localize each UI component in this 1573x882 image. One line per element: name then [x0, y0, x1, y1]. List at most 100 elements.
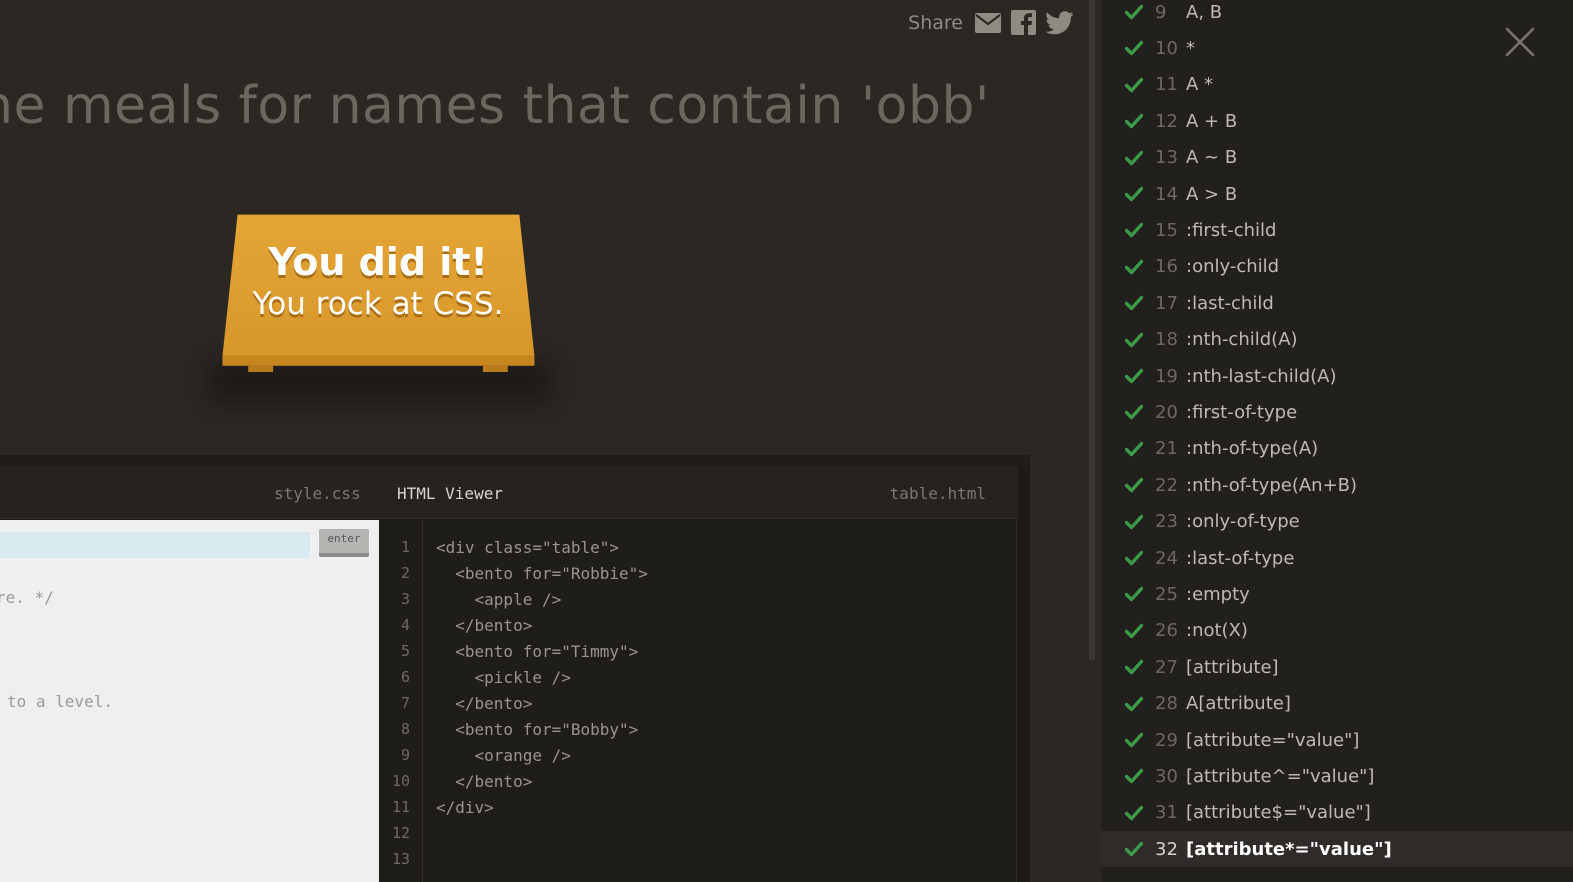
- level-name: *: [1186, 37, 1195, 59]
- html-code-line[interactable]: <orange />: [436, 746, 571, 765]
- level-name: A + B: [1186, 110, 1238, 132]
- check-icon: [1125, 4, 1143, 20]
- enter-button[interactable]: enter: [319, 529, 369, 557]
- level-item[interactable]: 15:first-child: [1101, 212, 1573, 248]
- level-item[interactable]: 32 [attribute*="value"]: [1101, 831, 1573, 868]
- level-item[interactable]: 30 [attribute^="value"]: [1101, 758, 1573, 794]
- mail-icon[interactable]: [975, 12, 1001, 33]
- level-name: A ~ B: [1186, 147, 1238, 169]
- level-instruction: he meals for names that contain 'obb': [0, 76, 990, 136]
- level-item[interactable]: 16 :only-child: [1101, 249, 1573, 285]
- level-item[interactable]: 31 [attribute$="value"]: [1101, 795, 1573, 831]
- level-name: :first-child: [1186, 219, 1277, 241]
- level-item[interactable]: 12 A + B: [1101, 103, 1573, 139]
- html-code-line[interactable]: </div>: [436, 798, 494, 817]
- level-item[interactable]: 9 A, B: [1101, 0, 1573, 30]
- line-number: 8: [400, 720, 410, 738]
- level-item[interactable]: 14 A > B: [1101, 176, 1573, 212]
- check-icon: [1125, 587, 1143, 602]
- level-name: :nth-of-type(An+B): [1186, 474, 1358, 496]
- level-number: 9: [1155, 1, 1167, 23]
- pane-divider-scrollbar[interactable]: [1089, 0, 1095, 660]
- level-name: [attribute*="value"]: [1186, 838, 1392, 860]
- level-number: 30: [1155, 765, 1178, 787]
- line-number: 10: [391, 772, 410, 790]
- level-item[interactable]: 11 A *: [1101, 67, 1573, 103]
- html-code-line[interactable]: <bento for="Robbie">: [436, 564, 648, 583]
- level-item[interactable]: 28 A[attribute]: [1101, 686, 1573, 722]
- level-item[interactable]: 20 :first-of-type: [1101, 394, 1573, 430]
- html-code-line[interactable]: </bento>: [436, 694, 532, 713]
- level-item[interactable]: 17:last-child: [1101, 285, 1573, 321]
- level-item[interactable]: 13 A ~ B: [1101, 140, 1573, 176]
- line-number-gutter: 1 2 3 4 5 6 7 8 9 10 11 12 13: [379, 520, 423, 882]
- twitter-icon[interactable]: [1046, 10, 1074, 35]
- level-number: 18: [1155, 329, 1178, 351]
- level-number: 20: [1155, 401, 1178, 423]
- level-item[interactable]: 27 [attribute]: [1101, 649, 1573, 685]
- line-number: 9: [400, 746, 410, 764]
- level-item[interactable]: 26:not(X): [1101, 613, 1573, 649]
- level-name: :last-of-type: [1186, 547, 1295, 569]
- line-number: 2: [400, 564, 410, 582]
- level-item[interactable]: 21:nth-of-type(A): [1101, 431, 1573, 467]
- level-number: 27: [1155, 656, 1178, 678]
- html-code-line[interactable]: <pickle />: [436, 668, 571, 687]
- level-number: 11: [1155, 74, 1178, 96]
- code-editor: style.css HTML Viewer table.html r enter…: [0, 455, 1030, 882]
- level-number: 21: [1155, 438, 1178, 460]
- line-number: 3: [400, 590, 410, 608]
- level-number: 28: [1155, 693, 1178, 715]
- level-item[interactable]: 25:empty: [1101, 576, 1573, 612]
- game-area: Share he meals for names that contain 'o…: [0, 0, 1090, 882]
- css-comment-line: to a level.: [7, 692, 113, 711]
- win-title: You did it!: [268, 240, 488, 284]
- check-icon: [1125, 514, 1143, 529]
- level-item[interactable]: 18:nth-child(A): [1101, 322, 1573, 358]
- level-number: 26: [1155, 620, 1178, 642]
- level-item[interactable]: 22:nth-of-type(An+B): [1101, 467, 1573, 503]
- check-icon: [1125, 77, 1143, 92]
- check-icon: [1125, 732, 1143, 748]
- level-item[interactable]: 10 *: [1101, 30, 1573, 66]
- win-message: You did it! You rock at CSS.: [200, 240, 556, 324]
- level-name: :first-of-type: [1186, 401, 1298, 423]
- tab-style-css[interactable]: style.css: [274, 484, 361, 503]
- level-number: 32: [1155, 838, 1178, 860]
- level-item[interactable]: 29 [attribute="value"]: [1101, 722, 1573, 758]
- check-icon: [1125, 405, 1143, 420]
- tab-html-viewer[interactable]: HTML Viewer: [397, 484, 503, 503]
- html-code-line[interactable]: </bento>: [436, 616, 532, 635]
- check-icon: [1125, 769, 1143, 784]
- facebook-icon[interactable]: [1011, 10, 1036, 35]
- tab-table-html[interactable]: table.html: [890, 484, 986, 503]
- level-name: A[attribute]: [1186, 693, 1291, 715]
- level-name: :only-child: [1186, 256, 1280, 278]
- line-number: 6: [400, 668, 410, 686]
- line-number: 1: [400, 538, 410, 556]
- level-item[interactable]: 19:nth-last-child(A): [1101, 358, 1573, 394]
- close-icon[interactable]: [1504, 26, 1536, 58]
- win-table: You did it! You rock at CSS.: [200, 212, 560, 412]
- check-icon: [1125, 259, 1143, 274]
- check-icon: [1125, 41, 1143, 56]
- level-number: 12: [1155, 110, 1178, 132]
- level-number: 16: [1155, 256, 1178, 278]
- win-subtitle: You rock at CSS.: [252, 286, 504, 322]
- html-code-line[interactable]: </bento>: [436, 772, 532, 791]
- level-name: :only-of-type: [1186, 511, 1300, 533]
- level-item[interactable]: 23:only-of-type: [1101, 504, 1573, 540]
- check-icon: [1125, 113, 1143, 129]
- html-code-line[interactable]: <bento for="Bobby">: [436, 720, 638, 739]
- level-item[interactable]: 24:last-of-type: [1101, 540, 1573, 576]
- line-number: 11: [391, 798, 410, 816]
- line-number: 7: [400, 694, 410, 712]
- level-name: [attribute$="value"]: [1186, 802, 1371, 824]
- check-icon: [1125, 295, 1143, 311]
- html-code-line[interactable]: <bento for="Timmy">: [436, 642, 638, 661]
- line-number: 4: [400, 616, 410, 634]
- check-icon: [1125, 368, 1143, 384]
- html-code-line[interactable]: <div class="table">: [436, 538, 619, 557]
- html-code-line[interactable]: <apple />: [436, 590, 562, 609]
- css-selector-input[interactable]: r: [0, 532, 310, 558]
